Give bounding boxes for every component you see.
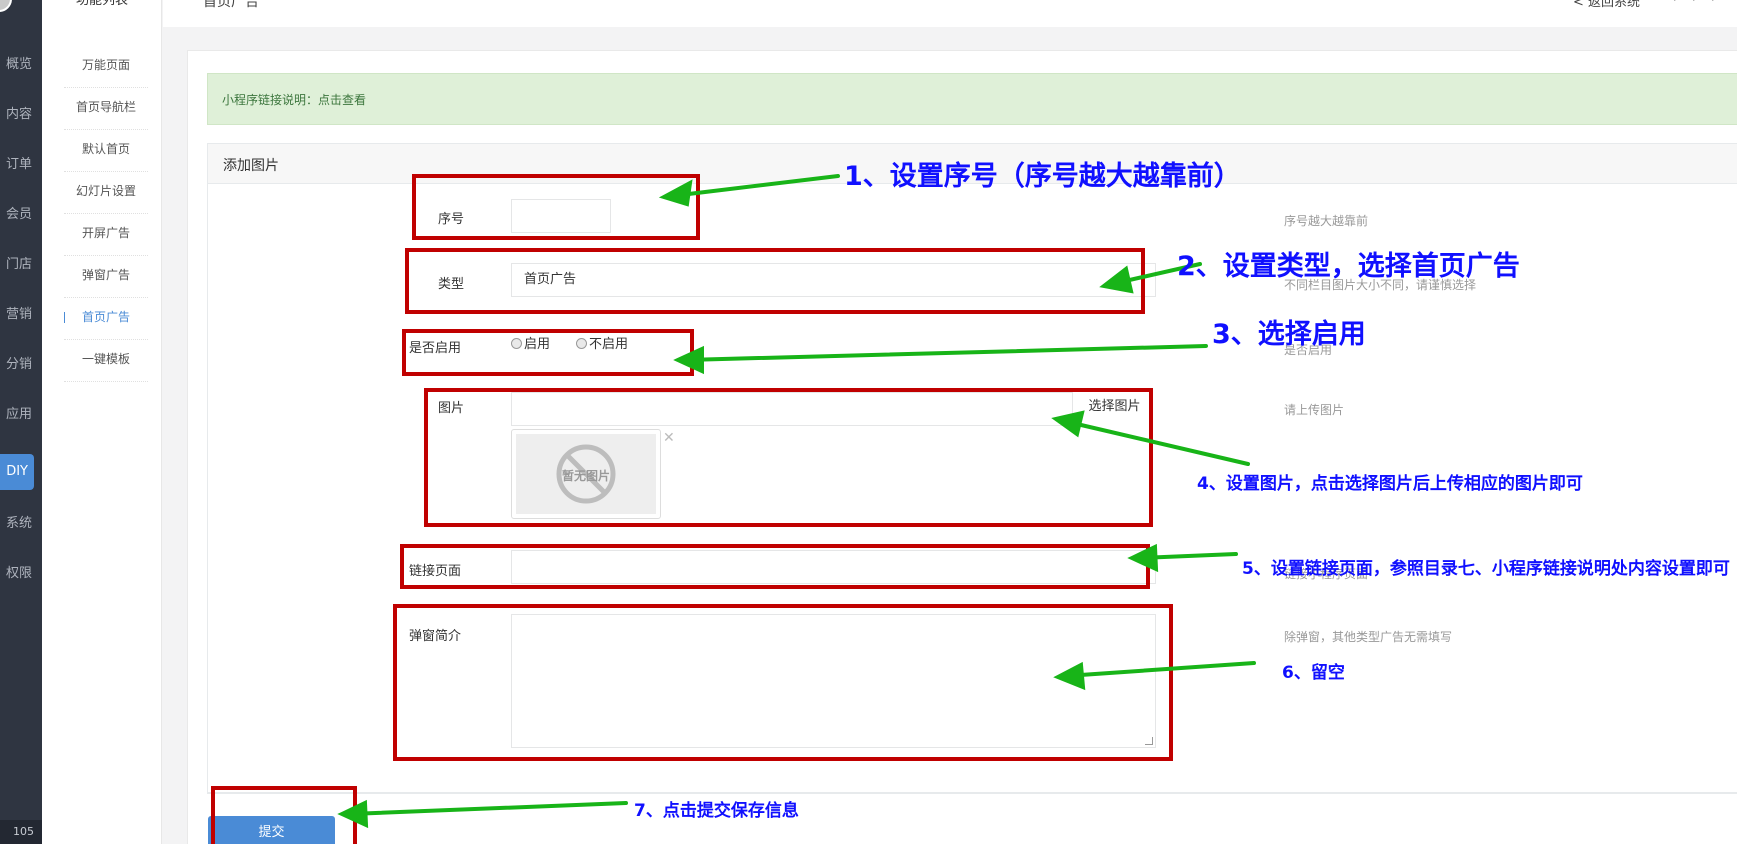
submenu-item-home-ad[interactable]: 首页广告	[64, 298, 148, 340]
back-to-system-link[interactable]: < 返回系统	[1573, 0, 1640, 10]
annotation-box-sort	[412, 174, 700, 240]
annotation-box-enabled	[402, 329, 694, 376]
function-list-title: 功能列表	[75, 0, 128, 8]
image-help: 请上传图片	[1284, 403, 1345, 417]
function-list: 万能页面 首页导航栏 默认首页 幻灯片设置 开屏广告 弹窗广告 首页广告 一键模…	[64, 46, 188, 382]
annotation-step-5: 5、设置链接页面，参照目录七、小程序链接说明处内容设置即可	[1242, 559, 1730, 579]
annotation-step-4: 4、设置图片，点击选择图片后上传相应的图片即可	[1197, 474, 1583, 494]
sort-help: 序号越大越靠前	[1284, 214, 1369, 228]
annotation-step-1: 1、设置序号（序号越大越靠前）	[844, 161, 1241, 192]
submenu-item-default-home[interactable]: 默认首页	[64, 130, 148, 172]
submenu-item-one-click-template[interactable]: 一键模板	[64, 340, 148, 382]
annotation-step-7: 7、点击提交保存信息	[634, 801, 799, 821]
sidebar-item-stores[interactable]: 门店	[0, 247, 42, 283]
submenu-item-popup-ad[interactable]: 弹窗广告	[64, 256, 148, 298]
sidebar-item-content[interactable]: 内容	[0, 97, 42, 133]
sidebar-item-orders[interactable]: 订单	[0, 147, 42, 183]
form-divider	[207, 793, 1737, 794]
sidebar-item-permissions[interactable]: 权限	[0, 556, 42, 592]
annotation-box-type	[405, 248, 1145, 314]
function-list-panel: 功能列表 万能页面 首页导航栏 默认首页 幻灯片设置 开屏广告 弹窗广告 首页广…	[42, 0, 162, 844]
avatar[interactable]	[0, 0, 12, 12]
annotation-step-3: 3、选择启用	[1212, 319, 1366, 350]
submenu-item-universal-page[interactable]: 万能页面	[64, 46, 148, 88]
annotation-box-intro	[393, 604, 1173, 761]
main-sidebar: 概览 内容 订单 会员 门店 营销 分销 应用 DIY 系统 权限 105	[0, 0, 42, 844]
annotation-step-2: 2、设置类型，选择首页广告	[1177, 251, 1520, 282]
sidebar-item-diy[interactable]: DIY	[0, 454, 34, 490]
active-indicator	[64, 312, 65, 323]
intro-help: 除弹窗，其他类型广告无需填写	[1284, 630, 1453, 644]
submenu-item-home-navbar[interactable]: 首页导航栏	[64, 88, 148, 130]
sidebar-item-marketing[interactable]: 营销	[0, 297, 42, 333]
submenu-item-splash-ad[interactable]: 开屏广告	[64, 214, 148, 256]
version-badge: 105	[0, 820, 42, 844]
annotation-box-image	[424, 388, 1153, 527]
sidebar-item-members[interactable]: 会员	[0, 197, 42, 233]
submenu-item-slides[interactable]: 幻灯片设置	[64, 172, 148, 214]
more-icon[interactable]: · · ·	[1673, 0, 1720, 7]
annotation-step-6: 6、留空	[1282, 663, 1345, 683]
sidebar-item-system[interactable]: 系统	[0, 506, 42, 542]
panel-title: 添加图片	[223, 158, 279, 174]
miniprogram-link-notice[interactable]: 小程序链接说明：点击查看	[207, 73, 1737, 125]
annotation-box-link	[400, 544, 1150, 589]
annotation-box-submit	[211, 786, 357, 844]
sidebar-item-distribution[interactable]: 分销	[0, 347, 42, 383]
sidebar-item-apps[interactable]: 应用	[0, 397, 42, 433]
sidebar-item-overview[interactable]: 概览	[0, 47, 42, 83]
breadcrumb: 首页广告	[203, 0, 259, 10]
top-header: 首页广告 < 返回系统 · · ·	[163, 0, 1737, 27]
